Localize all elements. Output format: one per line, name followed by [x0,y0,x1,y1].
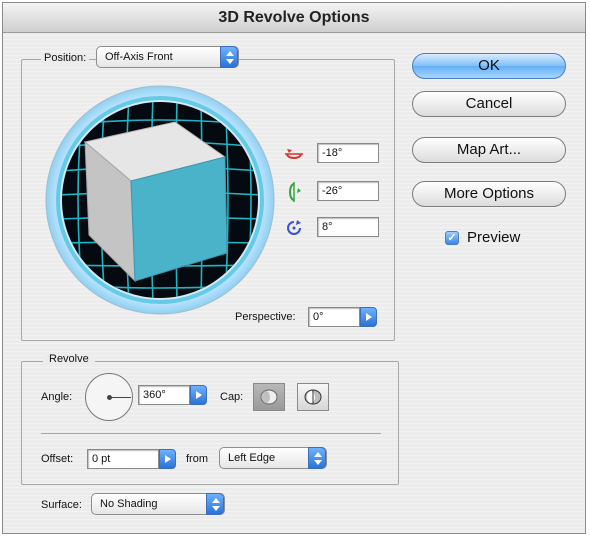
map-art-button[interactable]: Map Art... [412,137,566,163]
from-edge-select[interactable]: Left Edge [219,447,327,469]
perspective-field[interactable]: 0° [308,307,360,327]
offset-slider-button[interactable] [159,449,176,469]
preview-label: Preview [467,229,521,246]
preview-checkbox[interactable]: ✓ [445,231,459,245]
surface-value: No Shading [100,498,158,510]
perspective-label: Perspective: [235,311,296,323]
y-rotation-field[interactable]: -26° [317,181,379,201]
angle-field[interactable]: 360° [138,385,190,405]
from-label: from [186,453,208,465]
cap-on-button[interactable] [253,383,285,411]
preview-toggle[interactable]: ✓ Preview [445,229,545,249]
angle-dial-needle [109,397,131,398]
ok-button[interactable]: OK [412,53,566,79]
dialog-title: 3D Revolve Options [3,3,585,33]
angle-dial-center [107,395,112,400]
offset-field[interactable]: 0 pt [87,449,159,469]
cap-off-button[interactable] [297,383,329,411]
surface-label: Surface: [41,499,82,511]
offset-label: Offset: [41,453,74,465]
dialog-window: 3D Revolve Options Position: Off-Axis Fr… [2,2,586,534]
more-options-button[interactable]: More Options [412,181,566,207]
from-edge-value: Left Edge [228,452,276,464]
popup-arrows-icon [206,493,224,515]
surface-select[interactable]: No Shading [91,493,225,515]
x-rotation-field[interactable]: -18° [317,143,379,163]
popup-arrows-icon [308,447,326,469]
perspective-slider-button[interactable] [360,307,377,327]
revolve-divider [41,433,381,434]
revolve-group [21,361,399,485]
angle-label: Angle: [41,391,73,403]
z-axis-rotation-icon [283,217,305,239]
y-axis-rotation-icon [283,181,305,203]
angle-slider-button[interactable] [190,385,207,405]
cancel-button[interactable]: Cancel [412,91,566,117]
revolve-legend: Revolve [43,353,95,365]
position-preset-select[interactable]: Off-Axis Front [96,46,239,68]
angle-dial[interactable] [85,373,133,421]
track-cube-widget[interactable] [43,85,277,315]
cap-label: Cap: [220,391,244,403]
position-preset-value: Off-Axis Front [105,51,173,63]
z-rotation-field[interactable]: 8° [317,217,379,237]
popup-arrows-icon [220,46,238,68]
x-axis-rotation-icon [283,143,305,165]
position-label: Position: [41,52,90,64]
